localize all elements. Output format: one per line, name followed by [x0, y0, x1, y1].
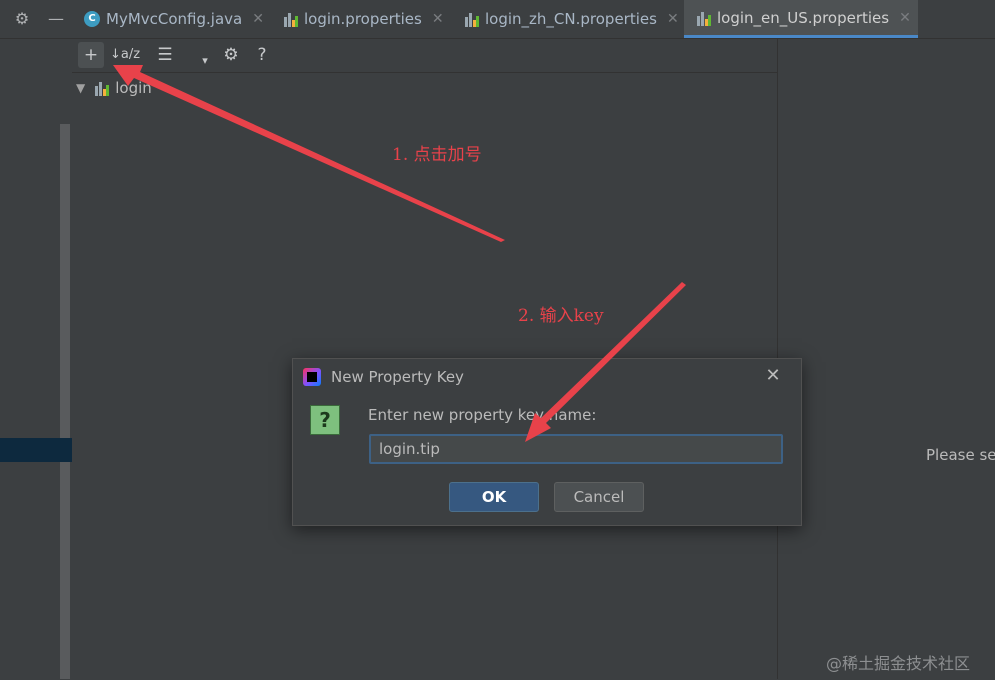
watermark: @稀土掘金技术社区 [826, 654, 971, 673]
annotation-step-1: 1. 点击加号 [392, 145, 482, 165]
annotation-step-2: 2. 输入key [518, 306, 604, 326]
annotation-arrows [113, 65, 686, 442]
